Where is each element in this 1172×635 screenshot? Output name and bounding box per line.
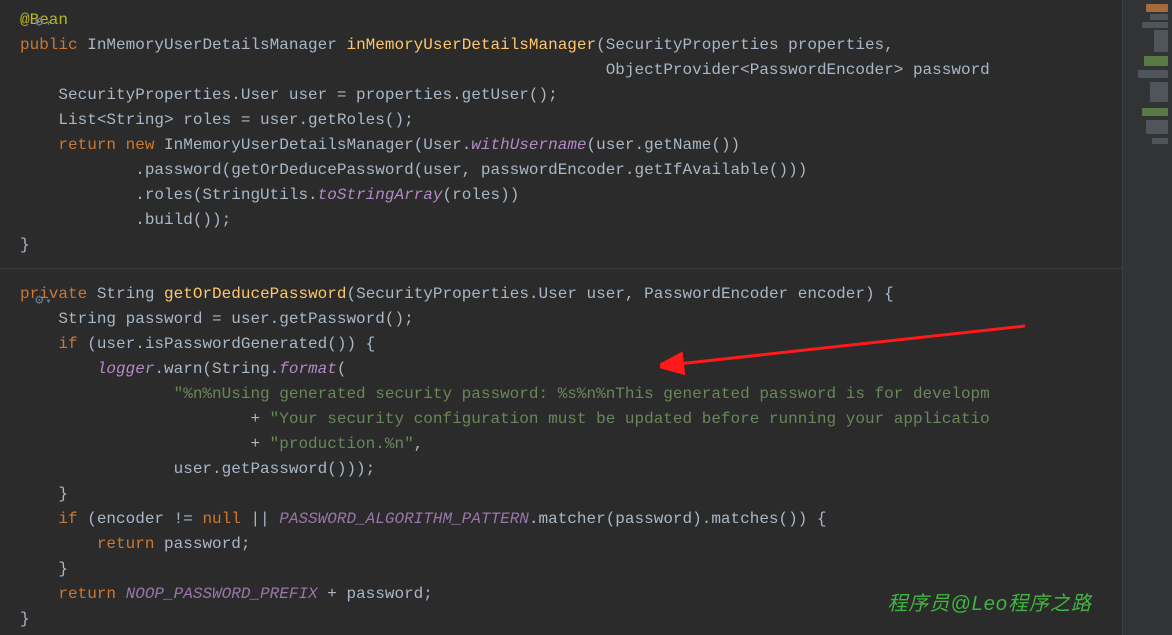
code-line: ObjectProvider<PasswordEncoder> password: [0, 58, 1122, 83]
method-name: getOrDeducePassword: [164, 285, 346, 303]
code-line: }: [0, 482, 1122, 507]
code-line: "%n%nUsing generated security password: …: [0, 382, 1122, 407]
gear-icon: ⚙: [35, 289, 43, 314]
code-line: List<String> roles = user.getRoles();: [0, 108, 1122, 133]
code-line: .roles(StringUtils.toStringArray(roles)): [0, 183, 1122, 208]
code-line: public InMemoryUserDetailsManager inMemo…: [0, 33, 1122, 58]
code-line: .password(getOrDeducePassword(user, pass…: [0, 158, 1122, 183]
gear-icon: ⚙: [35, 11, 43, 36]
code-line: + "Your security configuration must be u…: [0, 407, 1122, 432]
gutter-controls-2[interactable]: ⚙▾: [35, 288, 65, 306]
code-line: return NOOP_PASSWORD_PREFIX + password;: [0, 582, 1122, 607]
code-line: @Bean: [0, 8, 1122, 33]
chevron-down-icon: ▾: [45, 290, 51, 315]
code-line: }: [0, 607, 1122, 632]
code-line: String password = user.getPassword();: [0, 307, 1122, 332]
code-line: logger.warn(String.format(: [0, 357, 1122, 382]
code-line: }: [0, 233, 1122, 258]
code-line: return new InMemoryUserDetailsManager(Us…: [0, 133, 1122, 158]
code-line: }: [0, 557, 1122, 582]
method-divider: [0, 268, 1122, 282]
code-line: SecurityProperties.User user = propertie…: [0, 83, 1122, 108]
method-name: inMemoryUserDetailsManager: [346, 36, 596, 54]
code-line: user.getPassword()));: [0, 457, 1122, 482]
gutter-controls-1[interactable]: ⚙▾: [35, 10, 65, 28]
code-line: if (user.isPasswordGenerated()) {: [0, 332, 1122, 357]
code-line: .build());: [0, 208, 1122, 233]
chevron-down-icon: ▾: [45, 12, 51, 37]
code-line: if (encoder != null || PASSWORD_ALGORITH…: [0, 507, 1122, 532]
minimap[interactable]: [1122, 0, 1172, 635]
code-line: return password;: [0, 532, 1122, 557]
code-line: private String getOrDeducePassword(Secur…: [0, 282, 1122, 307]
code-line: + "production.%n",: [0, 432, 1122, 457]
code-editor[interactable]: ⚙▾ @Bean public InMemoryUserDetailsManag…: [0, 0, 1122, 635]
